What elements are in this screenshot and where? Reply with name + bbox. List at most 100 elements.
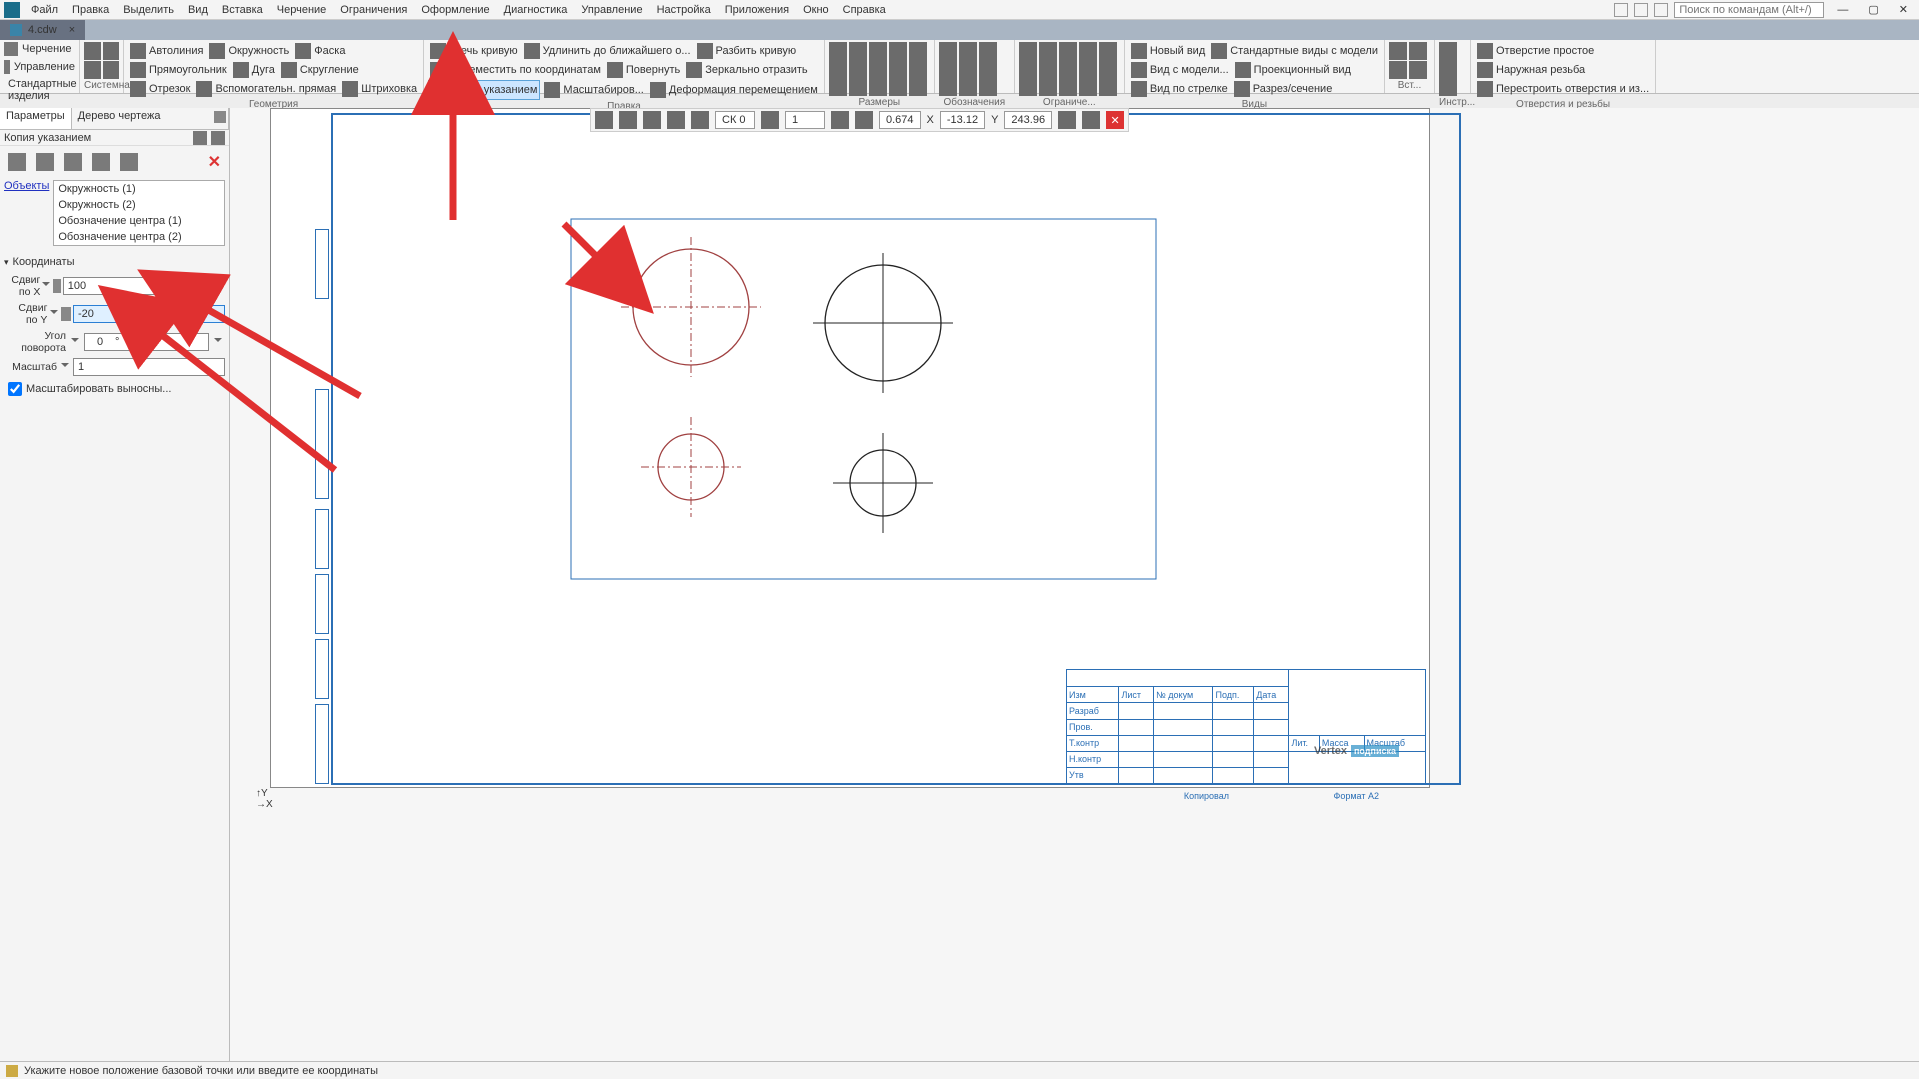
- btn-section[interactable]: Разрез/сечение: [1232, 80, 1335, 98]
- c-4[interactable]: [1079, 42, 1097, 60]
- btn-hatch[interactable]: Штриховка: [340, 80, 419, 98]
- dim-icon-6[interactable]: [829, 60, 847, 78]
- menu-apps[interactable]: Приложения: [718, 4, 796, 16]
- layer-select[interactable]: СК 0: [715, 111, 755, 129]
- c-11[interactable]: [1019, 78, 1037, 96]
- btn-autoline[interactable]: Автолиния: [128, 42, 205, 60]
- ins-1[interactable]: [1389, 42, 1407, 60]
- dim-icon-10[interactable]: [909, 60, 927, 78]
- tab-close[interactable]: ×: [69, 24, 75, 36]
- open-icon[interactable]: [103, 42, 120, 60]
- an-6[interactable]: [979, 60, 997, 78]
- dim-icon-14[interactable]: [889, 78, 907, 96]
- ct-view-icon[interactable]: [761, 111, 779, 129]
- menu-settings[interactable]: Настройка: [650, 4, 718, 16]
- ct-close-icon[interactable]: ✕: [1106, 111, 1124, 129]
- btn-arrow-view[interactable]: Вид по стрелке: [1129, 80, 1230, 98]
- tab-params[interactable]: Параметры: [0, 108, 72, 129]
- c-15[interactable]: [1099, 78, 1117, 96]
- menu-diagnostics[interactable]: Диагностика: [497, 4, 575, 16]
- menu-manage[interactable]: Управление: [574, 4, 649, 16]
- ins-4[interactable]: [1409, 61, 1427, 79]
- btn-move-coord[interactable]: Переместить по координатам: [428, 61, 603, 79]
- window-maximize[interactable]: ▢: [1861, 3, 1885, 16]
- c-5[interactable]: [1099, 42, 1117, 60]
- input-shift-x[interactable]: [63, 277, 215, 295]
- dim-icon-3[interactable]: [869, 42, 887, 60]
- c-13[interactable]: [1059, 78, 1077, 96]
- btn-rebuild-holes[interactable]: Перестроить отверстия и из...: [1475, 80, 1651, 98]
- btn-hole-simple[interactable]: Отверстие простое: [1475, 42, 1651, 60]
- dim-icon-7[interactable]: [849, 60, 867, 78]
- menu-select[interactable]: Выделить: [116, 4, 181, 16]
- tab-tree[interactable]: Дерево чертежа: [72, 108, 229, 129]
- btn-fillet[interactable]: Скругление: [279, 61, 361, 79]
- pin-icon[interactable]: [211, 131, 225, 145]
- c-9[interactable]: [1079, 60, 1097, 78]
- menu-format[interactable]: Оформление: [414, 4, 496, 16]
- window-minimize[interactable]: —: [1830, 4, 1855, 16]
- mode-icon-5[interactable]: [120, 153, 138, 171]
- lock-y-icon[interactable]: [61, 307, 71, 321]
- btn-proj-view[interactable]: Проекционный вид: [1233, 61, 1353, 79]
- print-icon[interactable]: [103, 61, 120, 79]
- an-8[interactable]: [959, 78, 977, 96]
- btn-model-view[interactable]: Вид с модели...: [1129, 61, 1231, 79]
- angle-deg[interactable]: [85, 336, 115, 348]
- t-2[interactable]: [1439, 60, 1457, 78]
- tab-document[interactable]: 4.cdw ×: [0, 20, 85, 40]
- btn-arc[interactable]: Дуга: [231, 61, 277, 79]
- btn-mirror[interactable]: Зеркально отразить: [684, 61, 809, 79]
- an-3[interactable]: [979, 42, 997, 60]
- menu-file[interactable]: Файл: [24, 4, 65, 16]
- an-5[interactable]: [959, 60, 977, 78]
- mode-icon-2[interactable]: [36, 153, 54, 171]
- btn-extend[interactable]: Удлинить до ближайшего о...: [522, 42, 693, 60]
- btn-circle[interactable]: Окружность: [207, 42, 291, 60]
- an-9[interactable]: [979, 78, 997, 96]
- mode-manage[interactable]: Управление: [0, 58, 79, 76]
- btn-std-views[interactable]: Стандартные виды с модели: [1209, 42, 1380, 60]
- cancel-op-icon[interactable]: ✕: [208, 152, 221, 172]
- menu-edit[interactable]: Правка: [65, 4, 116, 16]
- ct-snap2-icon[interactable]: [643, 111, 661, 129]
- ct-zoom-icon[interactable]: [831, 111, 849, 129]
- dd-shift-x[interactable]: [42, 279, 50, 293]
- ct-snap-icon[interactable]: [619, 111, 637, 129]
- list-item[interactable]: Окружность (2): [54, 197, 224, 213]
- btn-new-view[interactable]: Новый вид: [1129, 42, 1207, 60]
- dd-scale[interactable]: [59, 360, 71, 374]
- btn-segment[interactable]: Отрезок: [128, 80, 192, 98]
- menu-window[interactable]: Окно: [796, 4, 836, 16]
- mode-drawing[interactable]: Черчение: [0, 40, 79, 58]
- c-6[interactable]: [1019, 60, 1037, 78]
- new-icon[interactable]: [84, 42, 101, 60]
- ct-pencil-icon[interactable]: [595, 111, 613, 129]
- dim-icon-15[interactable]: [909, 78, 927, 96]
- dim-icon-2[interactable]: [849, 42, 867, 60]
- layout-icon-2[interactable]: [1634, 3, 1648, 17]
- ct-zoom2-icon[interactable]: [855, 111, 873, 129]
- objects-label[interactable]: Объекты: [4, 180, 53, 192]
- mode-icon-3[interactable]: [64, 153, 82, 171]
- menu-help[interactable]: Справка: [836, 4, 893, 16]
- c-1[interactable]: [1019, 42, 1037, 60]
- dim-icon-9[interactable]: [889, 60, 907, 78]
- menu-draft[interactable]: Черчение: [270, 4, 334, 16]
- c-10[interactable]: [1099, 60, 1117, 78]
- layout-icon-3[interactable]: [1654, 3, 1668, 17]
- dim-icon-8[interactable]: [869, 60, 887, 78]
- btn-deform[interactable]: Деформация перемещением: [648, 81, 820, 99]
- mode-icon-1[interactable]: [8, 153, 26, 171]
- zoom-value[interactable]: 0.674: [879, 111, 921, 129]
- section-coords[interactable]: Координаты: [0, 248, 229, 272]
- ins-3[interactable]: [1389, 61, 1407, 79]
- lock-x-icon[interactable]: [53, 279, 61, 293]
- dim-icon-11[interactable]: [829, 78, 847, 96]
- c-14[interactable]: [1079, 78, 1097, 96]
- dim-icon-5[interactable]: [909, 42, 927, 60]
- ct-snap3-icon[interactable]: [667, 111, 685, 129]
- list-item[interactable]: Обозначение центра (1): [54, 213, 224, 229]
- ct-misc-icon[interactable]: [1082, 111, 1100, 129]
- dim-icon-4[interactable]: [889, 42, 907, 60]
